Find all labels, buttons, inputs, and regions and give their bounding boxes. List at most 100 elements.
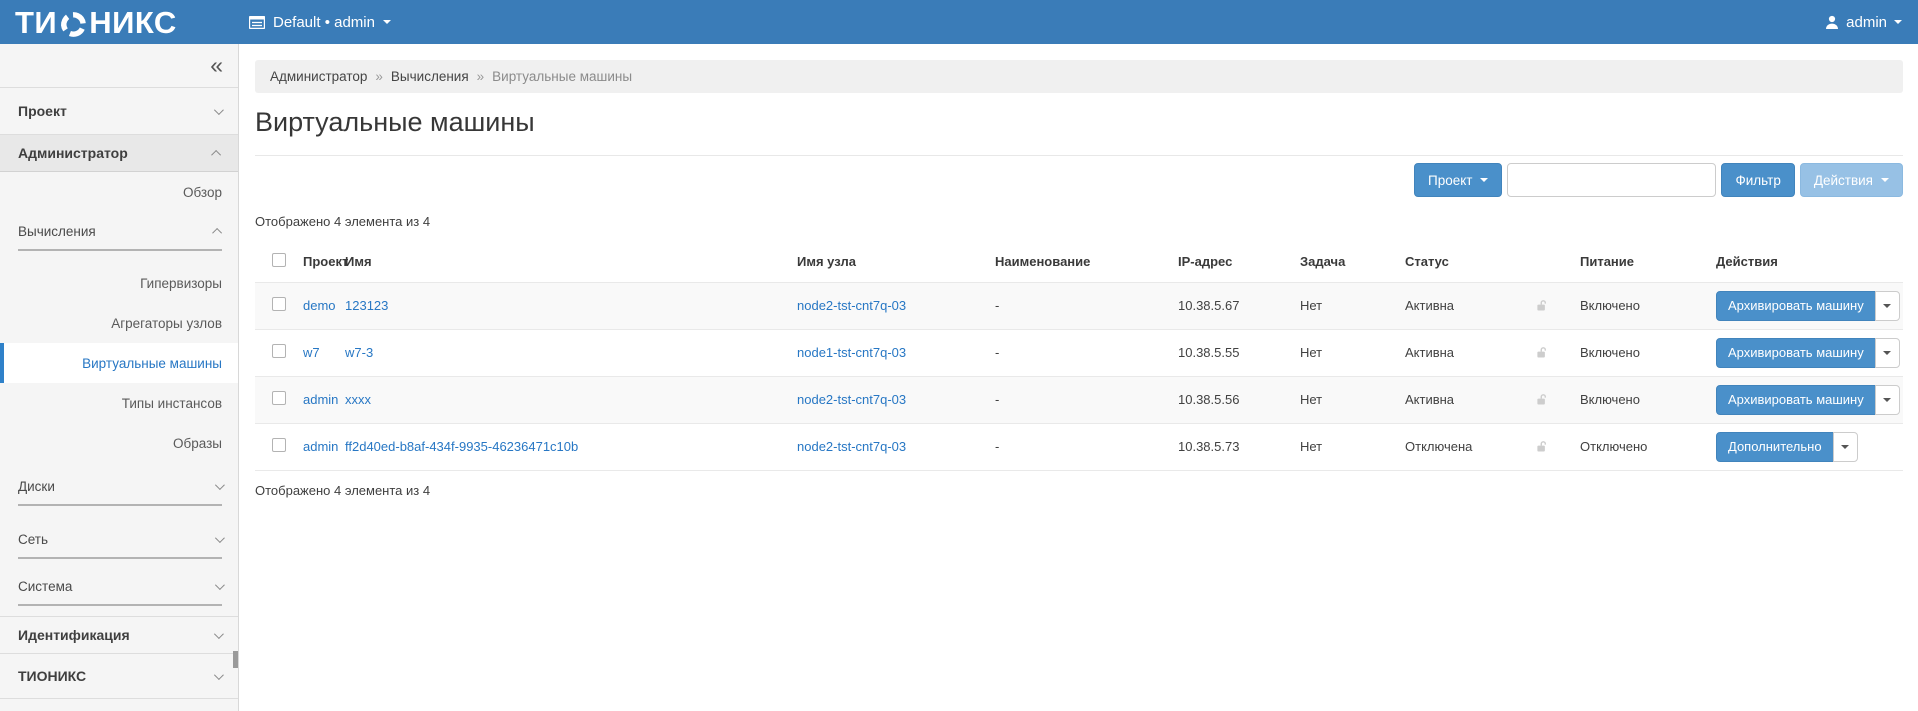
- sidebar-item-images[interactable]: Образы: [0, 423, 238, 463]
- sidebar-item-admin[interactable]: Администратор: [0, 135, 238, 172]
- sidebar-group-system[interactable]: Система: [18, 568, 222, 606]
- chevron-down-icon: [214, 105, 224, 115]
- ip-cell: 10.38.5.67: [1170, 282, 1292, 329]
- row-action-button[interactable]: Архивировать машину: [1716, 338, 1876, 368]
- sidebar-item-label: Гипервизоры: [140, 276, 222, 291]
- instance-name-link[interactable]: w7-3: [345, 345, 373, 360]
- actions-dropdown-label: Действия: [1814, 173, 1873, 188]
- host-link[interactable]: node2-tst-cnt7q-03: [797, 392, 906, 407]
- chevron-down-icon: [215, 480, 225, 490]
- sidebar-item-project[interactable]: Проект: [0, 88, 238, 135]
- col-header-project: Проект: [295, 242, 337, 282]
- context-switcher-label: Default • admin: [273, 14, 375, 31]
- sidebar-item-label: Обзор: [183, 185, 222, 200]
- instances-table: Проект Имя Имя узла Наименование IP-адре…: [255, 242, 1903, 471]
- sidebar-item-label: Типы инстансов: [122, 396, 222, 411]
- sidebar-group-volumes[interactable]: Диски: [18, 468, 222, 506]
- select-all-checkbox[interactable]: [272, 253, 286, 267]
- task-cell: Нет: [1292, 329, 1397, 376]
- chevron-down-icon: [214, 629, 224, 639]
- row-checkbox[interactable]: [272, 391, 286, 405]
- row-checkbox[interactable]: [272, 344, 286, 358]
- logo-text-right: НИКС: [89, 5, 177, 41]
- power-cell: Включено: [1572, 282, 1708, 329]
- row-action-button[interactable]: Архивировать машину: [1716, 291, 1876, 321]
- ip-cell: 10.38.5.73: [1170, 423, 1292, 470]
- caret-down-icon: [1883, 351, 1891, 355]
- sidebar-item-host-aggregates[interactable]: Агрегаторы узлов: [0, 303, 238, 343]
- row-checkbox[interactable]: [272, 297, 286, 311]
- search-input[interactable]: [1507, 163, 1716, 197]
- sidebar-item-tionix[interactable]: ТИОНИКС: [0, 654, 238, 699]
- ip-cell: 10.38.5.55: [1170, 329, 1292, 376]
- context-switcher[interactable]: Default • admin: [249, 0, 391, 44]
- sidebar-group-label: Сеть: [18, 532, 48, 547]
- col-header-name: Имя: [337, 242, 789, 282]
- main-content: Администратор » Вычисления » Виртуальные…: [239, 44, 1918, 711]
- logo-text-left: ТИ: [15, 5, 57, 41]
- project-filter-label: Проект: [1428, 173, 1472, 188]
- row-action-dropdown[interactable]: [1875, 385, 1900, 415]
- naming-cell: -: [987, 282, 1170, 329]
- sidebar-item-hypervisors[interactable]: Гипервизоры: [0, 263, 238, 303]
- table-row: adminxxxxnode2-tst-cnt7q-03-10.38.5.56Не…: [255, 376, 1903, 423]
- sidebar-group-network[interactable]: Сеть: [18, 521, 222, 559]
- project-link[interactable]: admin: [303, 392, 338, 407]
- instance-name-link[interactable]: 123123: [345, 298, 388, 313]
- host-link[interactable]: node2-tst-cnt7q-03: [797, 439, 906, 454]
- row-action-dropdown[interactable]: [1875, 291, 1900, 321]
- sidebar-item-identity[interactable]: Идентификация: [0, 617, 238, 654]
- filter-button-label: Фильтр: [1735, 173, 1780, 188]
- col-header-power: Питание: [1572, 242, 1708, 282]
- breadcrumb-separator: »: [375, 69, 383, 84]
- naming-cell: -: [987, 423, 1170, 470]
- project-link[interactable]: w7: [303, 345, 320, 360]
- sidebar-item-instances[interactable]: Виртуальные машины: [0, 343, 238, 383]
- status-cell: Активна: [1397, 329, 1526, 376]
- user-menu[interactable]: admin: [1825, 0, 1902, 44]
- sidebar-item-label: ТИОНИКС: [18, 668, 86, 684]
- sidebar-item-label: Проект: [18, 103, 67, 119]
- row-action-button[interactable]: Дополнительно: [1716, 432, 1834, 462]
- breadcrumb: Администратор » Вычисления » Виртуальные…: [255, 60, 1903, 93]
- row-checkbox[interactable]: [272, 438, 286, 452]
- col-header-ip: IP-адрес: [1170, 242, 1292, 282]
- caret-down-icon: [1881, 178, 1889, 182]
- project-filter-dropdown[interactable]: Проект: [1414, 163, 1502, 197]
- table-row: w7w7-3node1-tst-cnt7q-03-10.38.5.55НетАк…: [255, 329, 1903, 376]
- collapse-sidebar-icon[interactable]: «: [210, 54, 223, 77]
- row-action-dropdown[interactable]: [1875, 338, 1900, 368]
- sidebar-item-overview[interactable]: Обзор: [0, 172, 238, 213]
- ip-cell: 10.38.5.56: [1170, 376, 1292, 423]
- row-action-button[interactable]: Архивировать машину: [1716, 385, 1876, 415]
- chevron-down-icon: [215, 533, 225, 543]
- task-cell: Нет: [1292, 376, 1397, 423]
- instance-name-link[interactable]: ff2d40ed-b8af-434f-9935-46236471c10b: [345, 439, 578, 454]
- power-cell: Включено: [1572, 329, 1708, 376]
- project-link[interactable]: demo: [303, 298, 336, 313]
- page-title: Виртуальные машины: [255, 107, 1903, 138]
- caret-down-icon: [1883, 398, 1891, 402]
- sidebar-item-flavors[interactable]: Типы инстансов: [0, 383, 238, 423]
- col-header-actions: Действия: [1708, 242, 1903, 282]
- actions-dropdown[interactable]: Действия: [1800, 163, 1903, 197]
- host-link[interactable]: node2-tst-cnt7q-03: [797, 298, 906, 313]
- filter-button[interactable]: Фильтр: [1721, 163, 1794, 197]
- unlock-icon: [1534, 345, 1549, 360]
- host-link[interactable]: node1-tst-cnt7q-03: [797, 345, 906, 360]
- user-menu-label: admin: [1846, 14, 1887, 31]
- sidebar-item-label: Виртуальные машины: [82, 356, 222, 371]
- power-cell: Включено: [1572, 376, 1708, 423]
- sidebar-scrollbar[interactable]: [233, 651, 238, 668]
- sidebar-item-label: Агрегаторы узлов: [111, 316, 222, 331]
- breadcrumb-admin[interactable]: Администратор: [270, 69, 367, 84]
- unlock-icon: [1534, 298, 1549, 313]
- project-link[interactable]: admin: [303, 439, 338, 454]
- items-count-top: Отображено 4 элемента из 4: [255, 214, 1903, 229]
- chevron-up-icon: [211, 149, 221, 159]
- breadcrumb-compute[interactable]: Вычисления: [391, 69, 469, 84]
- table-header-row: Проект Имя Имя узла Наименование IP-адре…: [255, 242, 1903, 282]
- instance-name-link[interactable]: xxxx: [345, 392, 371, 407]
- sidebar-group-compute[interactable]: Вычисления: [18, 213, 222, 251]
- row-action-dropdown[interactable]: [1833, 432, 1858, 462]
